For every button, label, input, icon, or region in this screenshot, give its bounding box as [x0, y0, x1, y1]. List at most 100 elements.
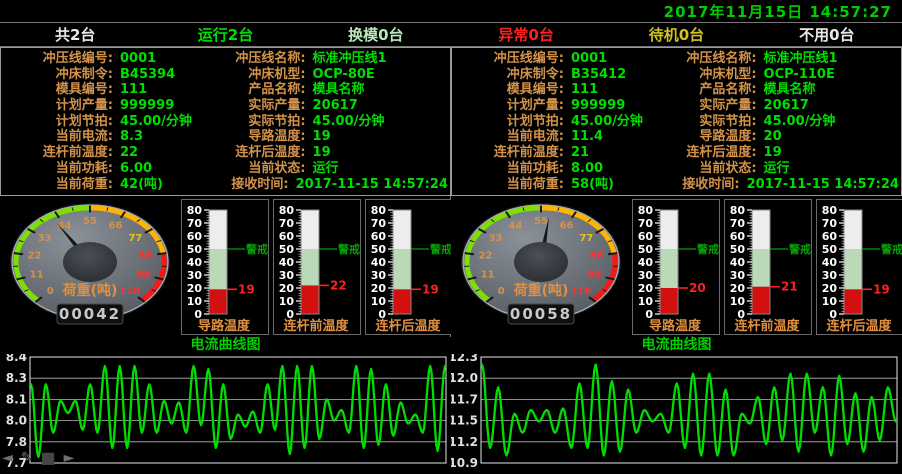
svg-text:40: 40	[730, 256, 746, 269]
info-label: 冲压线编号:	[3, 51, 113, 66]
info-label: 当前功耗:	[454, 161, 564, 176]
info-value: 45.00/分钟	[764, 114, 836, 129]
svg-text:30: 30	[279, 269, 295, 282]
info-value: 2017-11-15 14:57:24	[747, 177, 899, 192]
thermometer: 01020304050607080警戒19连杆后温度	[816, 199, 902, 335]
load-gauge-svg: 0112233445566778899110荷重(吨)00042	[4, 199, 176, 333]
nav-back-icon[interactable]: ◄	[2, 451, 13, 465]
svg-text:55: 55	[534, 216, 548, 227]
info-label: 连杆后温度:	[210, 145, 306, 160]
info-line: 实际节拍:45.00/分钟	[210, 114, 448, 129]
thermometer: 01020304050607080警戒19导路温度	[181, 199, 269, 335]
info-value: 58(吨)	[571, 177, 614, 192]
info-line: 冲床机型:OCP-110E	[661, 67, 899, 82]
svg-text:80: 80	[187, 204, 203, 217]
info-label: 计划节拍:	[454, 114, 564, 129]
info-line: 冲压线名称:标准冲压线1	[661, 51, 899, 66]
svg-text:00058: 00058	[510, 305, 572, 323]
thermometer-svg: 01020304050607080警戒19导路温度	[182, 200, 268, 334]
info-label: 当前电流:	[3, 129, 113, 144]
svg-text:10: 10	[279, 295, 295, 308]
svg-text:导路温度: 导路温度	[198, 318, 251, 334]
info-label: 产品名称:	[210, 82, 306, 97]
svg-text:30: 30	[638, 269, 654, 282]
svg-text:40: 40	[371, 256, 387, 269]
info-value: 2017-11-15 14:57:24	[296, 177, 448, 192]
info-value: 20	[764, 129, 782, 144]
svg-text:77: 77	[128, 233, 142, 244]
svg-text:50: 50	[187, 243, 203, 256]
info-value: B45394	[120, 67, 175, 82]
svg-text:60: 60	[279, 230, 295, 243]
info-label: 当前电流:	[454, 129, 564, 144]
info-label: 导路温度:	[661, 129, 757, 144]
svg-text:60: 60	[638, 230, 654, 243]
svg-text:连杆后温度: 连杆后温度	[375, 318, 441, 334]
svg-text:99: 99	[136, 270, 150, 281]
machine1-current-chart-block: 电流曲线图 8.48.38.18.07.87.7 ◄✎■►	[0, 337, 451, 471]
machine1-thermometers: 01020304050607080警戒19导路温度010203040506070…	[181, 199, 453, 335]
svg-text:40: 40	[279, 256, 295, 269]
chart-title: 电流曲线图	[451, 337, 902, 354]
info-line: 产品名称:模具名称	[661, 82, 899, 97]
info-line: 产品名称:模具名称	[210, 82, 448, 97]
info-label: 接收时间:	[210, 177, 289, 192]
info-line: 接收时间: 2017-11-15 14:57:24	[210, 177, 448, 192]
svg-text:60: 60	[187, 230, 203, 243]
svg-text:10: 10	[638, 295, 654, 308]
svg-text:8.0: 8.0	[6, 414, 27, 428]
pencil-icon[interactable]: ✎	[21, 451, 33, 465]
info-label: 模具编号:	[3, 82, 113, 97]
stop-square-icon[interactable]: ■	[41, 451, 56, 465]
machine1-info-panel: 冲压线编号: 0001 冲床制令: B45394模具编号:111计划产量:999999…	[0, 47, 451, 196]
info-label: 接收时间:	[661, 177, 740, 192]
svg-text:11.2: 11.2	[451, 435, 478, 449]
svg-text:77: 77	[579, 233, 593, 244]
info-label: 连杆前温度:	[454, 145, 564, 160]
info-label: 当前荷重:	[3, 177, 113, 192]
machine2-thermometers: 01020304050607080警戒20导路温度010203040506070…	[632, 199, 902, 335]
svg-text:10: 10	[730, 295, 746, 308]
info-value: 模具名称	[764, 82, 816, 97]
svg-text:70: 70	[371, 217, 387, 230]
chart-row: 电流曲线图 8.48.38.18.07.87.7 ◄✎■► 电流曲线图 12.3…	[0, 337, 902, 471]
info-label: 计划产量:	[454, 98, 564, 113]
info-value: 45.00/分钟	[313, 114, 385, 129]
info-line: 模具编号:111	[3, 82, 206, 97]
info-label: 连杆后温度:	[661, 145, 757, 160]
info-value: 45.00/分钟	[120, 114, 192, 129]
info-line: 冲压线编号:0001	[454, 51, 657, 66]
svg-text:荷重(吨): 荷重(吨)	[513, 282, 569, 299]
info-line: 模具编号:111	[454, 82, 657, 97]
chart-nav-toolbar: ◄ ✎ ■ ►	[2, 451, 74, 465]
nav-forward-icon[interactable]: ►	[64, 451, 75, 465]
svg-text:10: 10	[822, 295, 838, 308]
svg-text:7.8: 7.8	[6, 435, 27, 449]
info-value: 999999	[120, 98, 174, 113]
machine1-info-col-right: 冲压线名称:标准冲压线1冲床机型:OCP-80E产品名称:模具名称实际产量:20…	[208, 50, 450, 193]
info-line: 计划产量:999999	[3, 98, 206, 113]
info-label: 连杆前温度:	[3, 145, 113, 160]
svg-text:警戒: 警戒	[245, 242, 268, 256]
svg-text:60: 60	[371, 230, 387, 243]
machine2-current-chart: 12.312.011.711.511.210.9	[451, 354, 902, 474]
info-value: 45.00/分钟	[571, 114, 643, 129]
svg-text:44: 44	[58, 220, 72, 231]
svg-text:70: 70	[187, 217, 203, 230]
gauge-row: 0112233445566778899110荷重(吨)00042 0102030…	[0, 196, 902, 337]
svg-text:66: 66	[109, 220, 123, 231]
svg-text:22: 22	[330, 278, 347, 292]
svg-text:荷重(吨): 荷重(吨)	[62, 282, 118, 299]
info-value: 0001	[120, 51, 156, 66]
info-line: 连杆后温度:19	[210, 145, 448, 160]
info-line: 当前电流:8.3	[3, 129, 206, 144]
thermometer-svg: 01020304050607080警戒19连杆后温度	[366, 200, 452, 334]
status-mold-change: 换模0台	[301, 24, 451, 45]
machine2-info-col-right: 冲压线名称:标准冲压线1冲床机型:OCP-110E产品名称:模具名称实际产量:2…	[659, 50, 901, 193]
thermometer-svg: 01020304050607080警戒22连杆前温度	[274, 200, 360, 334]
svg-text:警戒: 警戒	[696, 242, 719, 256]
svg-text:80: 80	[730, 204, 746, 217]
info-label: 冲床制令:	[3, 67, 113, 82]
info-value: 6.00	[120, 161, 152, 176]
svg-text:99: 99	[587, 270, 601, 281]
